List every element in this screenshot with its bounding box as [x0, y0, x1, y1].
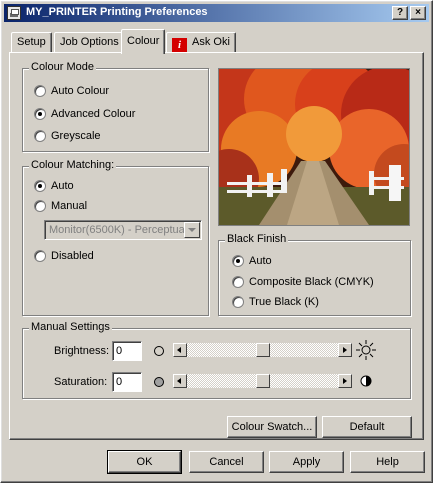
radio-label: Auto — [249, 255, 272, 267]
circle-outline-icon — [154, 346, 164, 356]
contrast-icon — [360, 375, 372, 387]
cancel-button[interactable]: Cancel — [189, 451, 264, 473]
radio-label: Disabled — [51, 250, 94, 262]
close-button[interactable]: × — [410, 6, 426, 20]
tab-job-options[interactable]: Job Options — [54, 32, 125, 53]
default-button[interactable]: Default — [322, 416, 412, 438]
radio-label: Advanced Colour — [51, 108, 136, 120]
circle-filled-icon — [154, 377, 164, 387]
brightness-slider[interactable] — [173, 343, 352, 357]
radio-button[interactable] — [34, 130, 46, 142]
radio-label: Auto Colour — [51, 85, 110, 97]
slider-right-arrow-icon[interactable] — [338, 374, 352, 388]
tab-setup[interactable]: Setup — [11, 32, 52, 53]
radio-button[interactable] — [34, 250, 46, 262]
radio-button[interactable] — [34, 85, 46, 97]
ok-button[interactable]: OK — [107, 450, 182, 474]
group-label: Manual Settings — [29, 321, 112, 333]
radio-button[interactable] — [34, 200, 46, 212]
black-finish-group: Black Finish Auto Composite Black (CMYK)… — [218, 233, 411, 316]
slider-left-arrow-icon[interactable] — [173, 374, 187, 388]
radio-label: Auto — [51, 180, 74, 192]
saturation-label: Saturation: — [54, 376, 108, 388]
select-value: Monitor(6500K) - Perceptual — [49, 224, 188, 236]
brightness-label: Brightness: — [54, 345, 110, 357]
colour-swatch-button[interactable]: Colour Swatch... — [227, 416, 317, 438]
radio-button[interactable] — [232, 255, 244, 267]
saturation-input[interactable]: 0 — [112, 372, 142, 392]
autumn-road-picture — [219, 69, 409, 225]
colour-matching-group: Colour Matching: Auto Manual Monitor(650… — [22, 159, 209, 316]
radio-button[interactable] — [232, 296, 244, 308]
colour-profile-select[interactable]: Monitor(6500K) - Perceptual — [44, 220, 202, 240]
tab-label: Colour — [127, 35, 160, 47]
radio-label: Composite Black (CMYK) — [249, 276, 374, 288]
tab-colour[interactable]: Colour — [121, 29, 166, 54]
brightness-input[interactable]: 0 — [112, 341, 142, 361]
slider-thumb[interactable] — [256, 343, 270, 357]
title-bar[interactable]: MY_PRINTER Printing Preferences ? × — [4, 4, 429, 22]
colour-preview-image — [218, 68, 410, 226]
radio-label: Greyscale — [51, 130, 101, 142]
slider-right-arrow-icon[interactable] — [338, 343, 352, 357]
printer-icon — [7, 6, 21, 20]
colour-mode-group: Colour Mode Auto Colour Advanced Colour … — [22, 61, 209, 152]
help-title-button[interactable]: ? — [392, 6, 408, 20]
group-label: Black Finish — [225, 233, 289, 245]
printing-preferences-window: MY_PRINTER Printing Preferences ? × Setu… — [0, 0, 433, 483]
window-title: MY_PRINTER Printing Preferences — [26, 6, 208, 18]
radio-label: True Black (K) — [249, 296, 319, 308]
info-icon: i — [172, 38, 187, 53]
group-label: Colour Matching: — [29, 159, 117, 171]
slider-left-arrow-icon[interactable] — [173, 343, 187, 357]
radio-button[interactable] — [34, 180, 46, 192]
manual-settings-group: Manual Settings Brightness: 0 Saturation… — [22, 321, 411, 399]
slider-thumb[interactable] — [256, 374, 270, 388]
saturation-slider[interactable] — [173, 374, 352, 388]
help-button[interactable]: Help — [350, 451, 425, 473]
tab-label: Job Options — [60, 36, 119, 48]
radio-button[interactable] — [232, 276, 244, 288]
tab-label: Setup — [17, 36, 46, 48]
tab-label: Ask Oki — [192, 36, 230, 48]
sun-icon — [356, 340, 376, 360]
radio-label: Manual — [51, 200, 88, 212]
apply-button[interactable]: Apply — [269, 451, 344, 473]
radio-button[interactable] — [34, 108, 46, 120]
tab-ask-oki[interactable]: i Ask Oki — [166, 32, 236, 53]
chevron-down-icon[interactable] — [184, 222, 200, 238]
group-label: Colour Mode — [29, 61, 96, 73]
